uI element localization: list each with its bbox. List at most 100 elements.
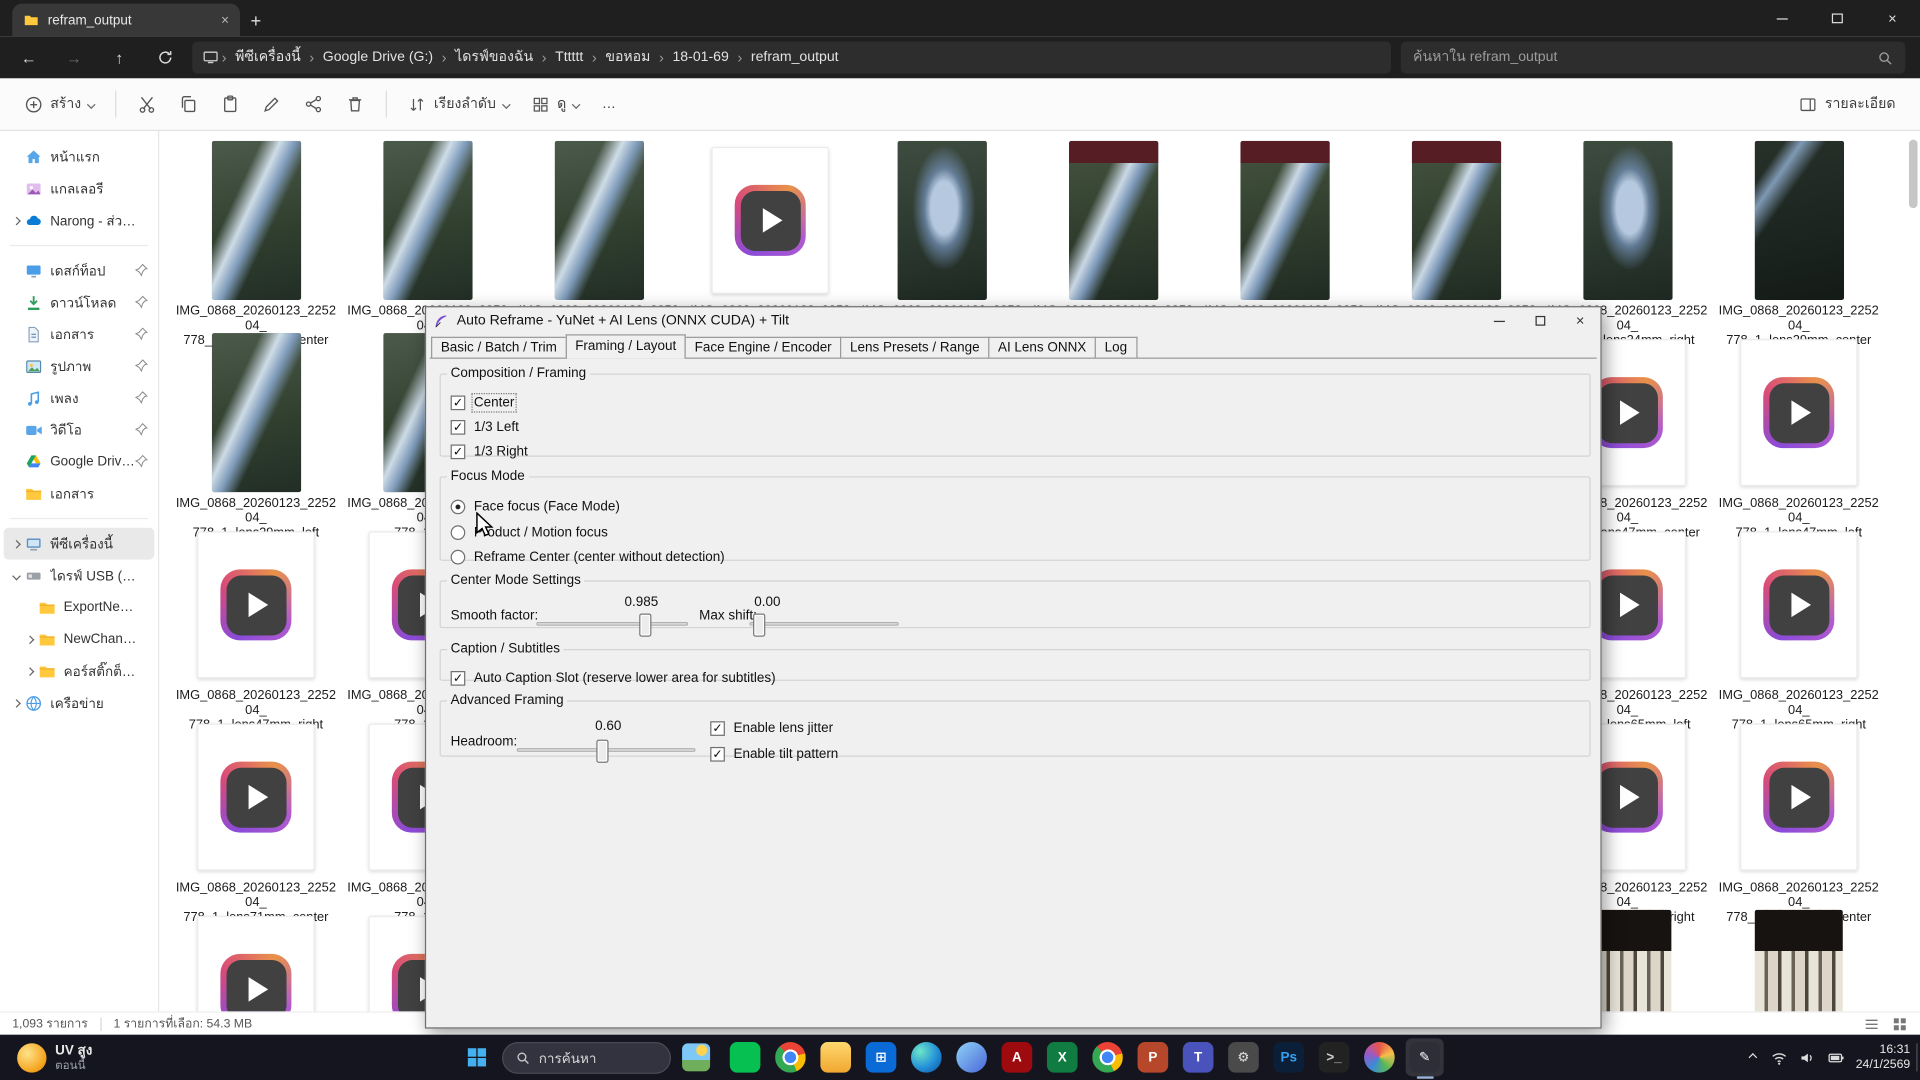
checkbox-auto-caption-slot-reserve-lower-area-for-subtitles[interactable]: ✓Auto Caption Slot (reserve lower area f…: [451, 669, 776, 689]
taskbar-app-terminal[interactable]: >_: [1315, 1038, 1353, 1076]
window-close-button[interactable]: ×: [1865, 0, 1920, 37]
radio-reframe-center-center-without-detection[interactable]: Reframe Center (center without detection…: [451, 547, 725, 567]
breadcrumb-item[interactable]: ขอหอม: [599, 43, 656, 72]
sidebar-item-gallery[interactable]: แกลเลอรี: [4, 173, 155, 205]
explorer-tab[interactable]: refram_output ×: [12, 4, 240, 37]
widget-thumbnail[interactable]: [677, 1038, 715, 1076]
dialog-close-button[interactable]: ×: [1560, 307, 1600, 334]
breadcrumb-item[interactable]: 18-01-69: [666, 47, 735, 69]
sidebar-item-folder[interactable]: NewChannel: [4, 623, 155, 655]
breadcrumb-item[interactable]: Google Drive (G:): [317, 47, 440, 69]
checkbox-enable-tilt-pattern[interactable]: ✓Enable tilt pattern: [710, 744, 838, 764]
slider-thumb[interactable]: [639, 613, 651, 636]
dialog-tab[interactable]: Face Engine / Encoder: [685, 337, 842, 358]
breadcrumb-item[interactable]: ไดรฟ์ของฉัน: [449, 43, 539, 72]
sidebar-item-folder[interactable]: คอร์สติ๊กต็อก2026: [4, 655, 155, 687]
sidebar-item-music[interactable]: เพลง: [4, 382, 155, 414]
dialog-maximize-button[interactable]: [1520, 307, 1560, 334]
sidebar-item-gdrive[interactable]: Google Drive (G:): [4, 446, 155, 478]
sidebar-item-pc[interactable]: พีซีเครื่องนี้: [4, 528, 155, 560]
window-minimize-button[interactable]: [1755, 0, 1810, 37]
sidebar-item-desktop[interactable]: เดสก์ท็อป: [4, 255, 155, 287]
file-tile[interactable]: IMG_0868_20260123_225204_778_1_lens29mm_…: [1713, 141, 1884, 348]
taskbar-app-line[interactable]: [726, 1038, 764, 1076]
taskbar-app-powerpoint[interactable]: P: [1134, 1038, 1172, 1076]
smooth-factor-slider[interactable]: [536, 622, 688, 626]
taskbar-app-teams[interactable]: T: [1179, 1038, 1217, 1076]
delete-button[interactable]: [336, 86, 375, 123]
file-tile[interactable]: IMG_0868_20260123_225204_778_1_lens71mm_…: [170, 718, 341, 925]
sidebar-item-onedrive[interactable]: Narong - ส่วนบุคคล: [4, 204, 155, 236]
file-tile[interactable]: IMG_0868_20260123_225204_778_1_lens47mm_…: [1713, 333, 1884, 540]
sidebar-item-download[interactable]: ดาวน์โหลด: [4, 287, 155, 319]
file-tile[interactable]: IMG_0868_20260123_225204_778_1_lens47mm_…: [170, 525, 341, 732]
taskbar-app-acrobat[interactable]: A: [998, 1038, 1036, 1076]
taskbar-app-photos[interactable]: [1360, 1038, 1398, 1076]
dialog-tab[interactable]: Lens Presets / Range: [840, 337, 989, 358]
taskbar-app-edge[interactable]: [907, 1038, 945, 1076]
back-button[interactable]: ←: [6, 40, 51, 74]
forward-button[interactable]: →: [51, 40, 96, 74]
thumbnail-view-icon[interactable]: [1892, 1016, 1908, 1032]
sidebar-item-video[interactable]: วิดีโอ: [4, 414, 155, 446]
up-button[interactable]: ↑: [97, 40, 142, 74]
sidebar-item-usb[interactable]: ไดรฟ์ USB (D:): [4, 560, 155, 592]
volume-icon[interactable]: [1798, 1049, 1815, 1066]
taskbar-clock[interactable]: 16:31 24/1/2569: [1856, 1043, 1910, 1072]
show-desktop-button[interactable]: [1916, 1043, 1920, 1071]
paste-button[interactable]: [211, 86, 250, 123]
breadcrumb-item[interactable]: พีซีเครื่องนี้: [229, 43, 307, 72]
max-shift-slider[interactable]: [749, 622, 898, 626]
sort-button[interactable]: เรียงลำดับ: [398, 84, 519, 123]
file-tile[interactable]: IMG_0868_20260123_225204_778_1_lens17mm_…: [170, 141, 341, 348]
share-button[interactable]: [294, 86, 333, 123]
taskbar-search[interactable]: การค้นหา: [502, 1041, 671, 1073]
taskbar-app-excel[interactable]: X: [1043, 1038, 1081, 1076]
taskbar-app-chrome-profile[interactable]: [1089, 1038, 1127, 1076]
wifi-icon[interactable]: [1770, 1049, 1787, 1066]
more-button[interactable]: …: [592, 88, 626, 120]
sidebar-item-pictures[interactable]: รูปภาพ: [4, 350, 155, 382]
tray-chevron-icon[interactable]: [1746, 1051, 1759, 1064]
dialog-tab[interactable]: AI Lens ONNX: [988, 337, 1096, 358]
cut-button[interactable]: [128, 86, 167, 123]
battery-icon[interactable]: [1826, 1049, 1844, 1066]
dialog-tab[interactable]: Log: [1095, 337, 1137, 358]
scrollbar-thumb[interactable]: [1909, 140, 1918, 209]
sidebar-item-network[interactable]: เครือข่าย: [4, 687, 155, 719]
view-button[interactable]: ดู: [522, 84, 590, 123]
file-tile[interactable]: [170, 910, 341, 1012]
tab-close-icon[interactable]: ×: [221, 13, 229, 28]
dialog-titlebar[interactable]: Auto Reframe - YuNet + AI Lens (ONNX CUD…: [426, 307, 1600, 334]
new-button[interactable]: สร้าง: [15, 84, 105, 123]
new-tab-button[interactable]: +: [240, 5, 272, 37]
checkbox-enable-lens-jitter[interactable]: ✓Enable lens jitter: [710, 719, 833, 739]
window-maximize-button[interactable]: [1810, 0, 1865, 37]
file-tile[interactable]: IMG_0868_20260123_225204_778_1_lens65mm_…: [1713, 525, 1884, 732]
slider-thumb[interactable]: [596, 740, 608, 763]
rename-button[interactable]: [253, 86, 292, 123]
sidebar-item-folder[interactable]: เอกสาร: [4, 478, 155, 510]
details-pane-button[interactable]: รายละเอียด: [1789, 84, 1905, 123]
file-tile[interactable]: IMG_0868_20260123_225204_778_1_lens29mm_…: [170, 333, 341, 540]
slider-thumb[interactable]: [753, 613, 765, 636]
copy-button[interactable]: [169, 86, 208, 123]
start-button[interactable]: [458, 1038, 496, 1076]
refresh-button[interactable]: [142, 40, 187, 74]
headroom-slider[interactable]: [517, 748, 696, 752]
taskbar-app-photoshop[interactable]: Ps: [1270, 1038, 1308, 1076]
taskbar-app-pen-tool[interactable]: ✎: [1406, 1038, 1444, 1076]
taskbar-app-settings-gear[interactable]: ⚙: [1224, 1038, 1262, 1076]
dialog-minimize-button[interactable]: [1479, 307, 1519, 334]
taskbar-app-copilot[interactable]: [953, 1038, 991, 1076]
taskbar-app-microsoft-store[interactable]: ⊞: [862, 1038, 900, 1076]
search-box[interactable]: ค้นหาใน refram_output: [1401, 42, 1905, 74]
breadcrumb-item[interactable]: Tttttt: [549, 47, 589, 69]
dialog-tab[interactable]: Framing / Layout: [565, 334, 686, 358]
checkbox-center[interactable]: ✓Center: [451, 393, 515, 413]
weather-widget[interactable]: UV สูง ตอนนี้: [7, 1038, 102, 1076]
list-view-icon[interactable]: [1864, 1016, 1880, 1032]
taskbar-app-file-explorer[interactable]: [817, 1038, 855, 1076]
checkbox-1-3-left[interactable]: ✓1/3 Left: [451, 418, 519, 438]
breadcrumb-item[interactable]: refram_output: [745, 47, 845, 69]
